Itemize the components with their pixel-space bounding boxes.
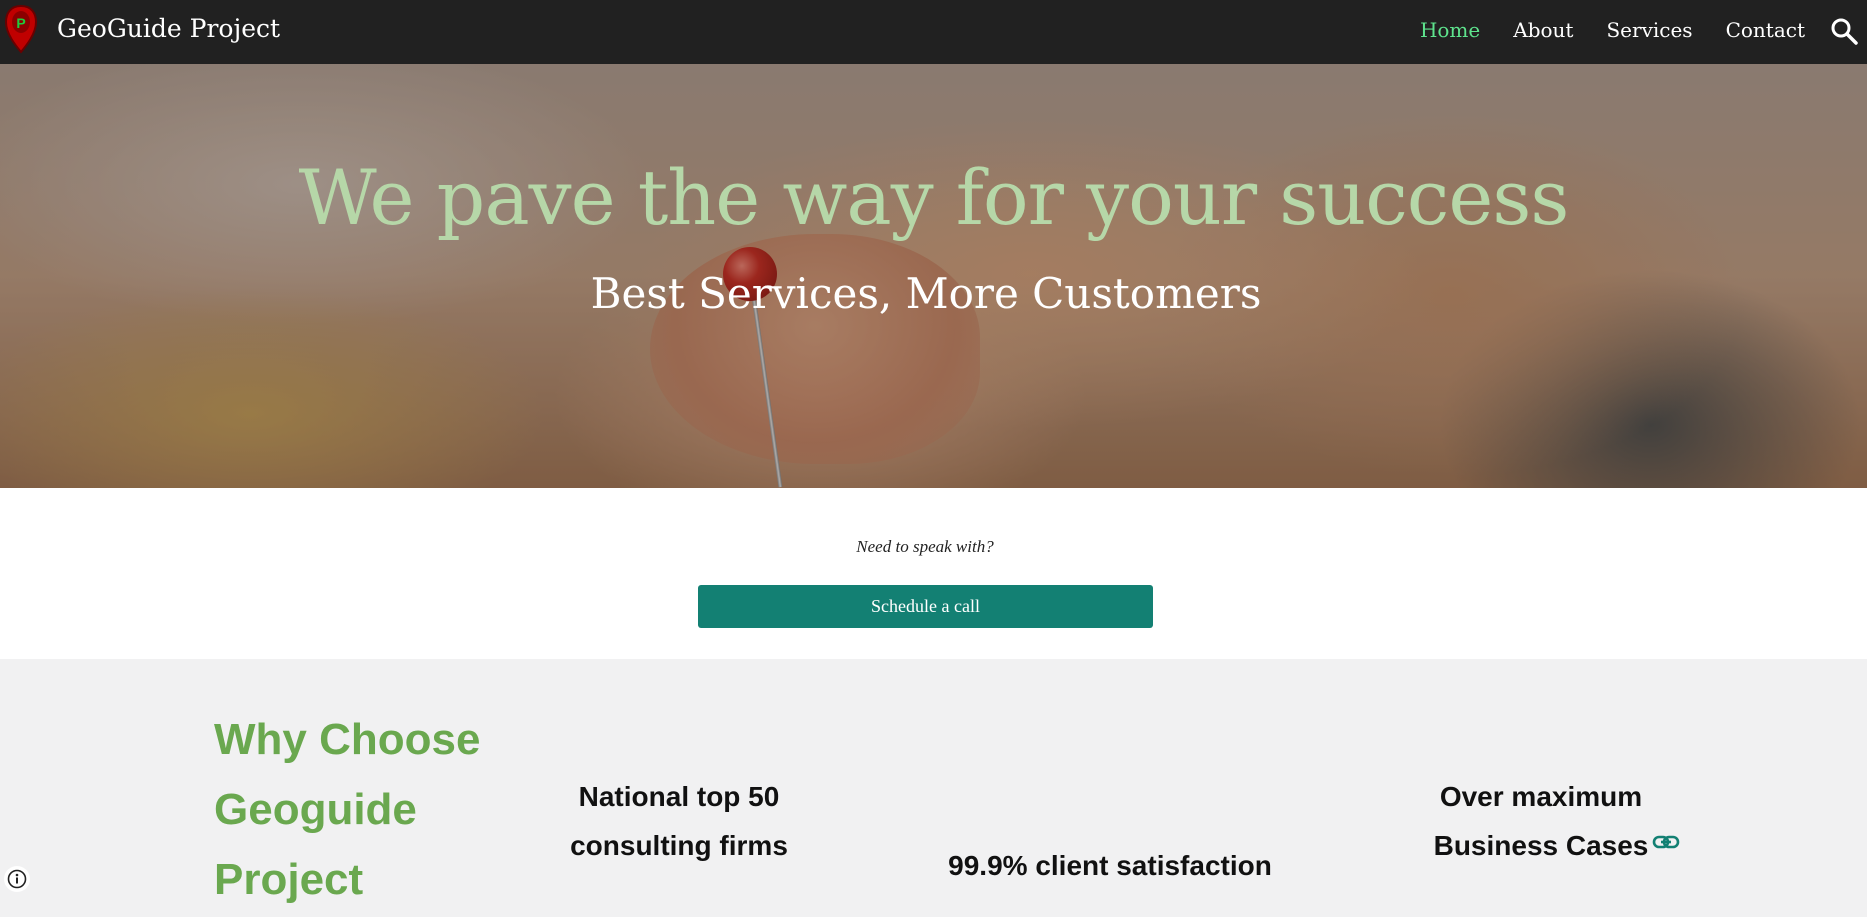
link-icon[interactable] (1652, 828, 1680, 856)
nav-contact[interactable]: Contact (1726, 14, 1805, 46)
search-icon[interactable] (1829, 16, 1859, 46)
map-pin-logo[interactable]: P (4, 4, 38, 54)
cta-prompt: Need to speak with? (856, 537, 994, 556)
logo-letter: P (16, 15, 25, 31)
schedule-call-button[interactable]: Schedule a call (698, 585, 1153, 628)
main-nav: Home About Services Contact (1420, 14, 1805, 46)
info-icon[interactable] (4, 866, 30, 892)
nav-services[interactable]: Services (1606, 14, 1692, 46)
feature-top-50: National top 50 consulting firms (570, 781, 788, 861)
why-choose-section: Why Choose Geoguide Project National top… (0, 659, 1867, 917)
nav-home[interactable]: Home (1420, 14, 1480, 46)
top-navigation-bar: P GeoGuide Project Home About Services C… (0, 0, 1867, 64)
nav-about[interactable]: About (1513, 14, 1573, 46)
why-choose-heading: Why Choose Geoguide Project (214, 715, 481, 904)
feature-satisfaction: 99.9% client satisfaction (948, 850, 1272, 881)
hero-title: We pave the way for your success (298, 153, 1570, 242)
hero-subtitle: Best Services, More Customers (590, 269, 1262, 318)
site-title[interactable]: GeoGuide Project (57, 12, 280, 46)
call-to-action-section: Need to speak with? Schedule a call (0, 488, 1867, 659)
feature-business-cases: Over maximum Business Cases (1433, 781, 1649, 861)
hero-banner: We pave the way for your success Best Se… (0, 64, 1867, 488)
